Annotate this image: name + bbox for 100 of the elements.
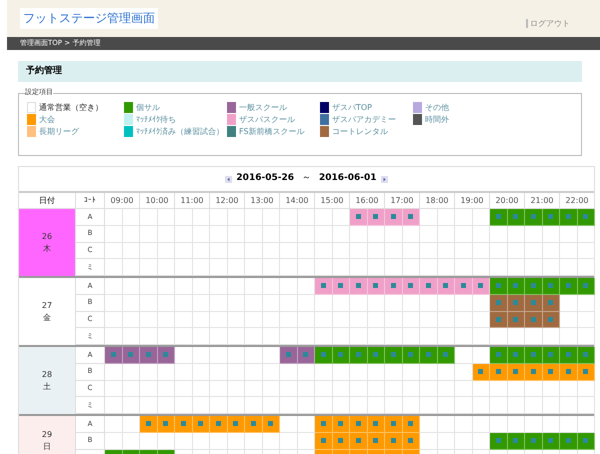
empty-slot[interactable] (280, 364, 298, 380)
booked-slot[interactable] (525, 209, 542, 226)
empty-slot[interactable] (105, 242, 122, 260)
empty-slot[interactable] (140, 226, 158, 242)
empty-slot[interactable] (368, 259, 385, 276)
booked-slot[interactable] (490, 312, 508, 328)
empty-slot[interactable] (350, 259, 368, 276)
legend-label[interactable]: 一般スクール (239, 102, 287, 112)
booked-slot[interactable] (578, 278, 595, 295)
empty-slot[interactable] (438, 242, 455, 260)
empty-slot[interactable] (315, 312, 332, 328)
empty-slot[interactable] (472, 242, 490, 260)
empty-slot[interactable] (578, 312, 595, 328)
empty-slot[interactable] (385, 312, 402, 328)
booked-slot[interactable] (350, 209, 368, 226)
empty-slot[interactable] (210, 226, 228, 242)
empty-slot[interactable] (262, 432, 280, 450)
empty-slot[interactable] (332, 259, 350, 276)
empty-slot[interactable] (508, 259, 525, 276)
booked-slot[interactable] (525, 364, 542, 380)
empty-slot[interactable] (315, 328, 332, 345)
empty-slot[interactable] (420, 312, 438, 328)
empty-slot[interactable] (420, 242, 438, 260)
booked-slot[interactable] (525, 432, 542, 450)
empty-slot[interactable] (192, 278, 210, 295)
empty-slot[interactable] (332, 226, 350, 242)
empty-slot[interactable] (228, 242, 245, 260)
empty-slot[interactable] (542, 397, 560, 414)
empty-slot[interactable] (175, 209, 192, 226)
booked-slot[interactable] (402, 209, 420, 226)
empty-slot[interactable] (175, 380, 192, 398)
empty-slot[interactable] (245, 259, 262, 276)
booked-slot[interactable] (560, 278, 578, 295)
empty-slot[interactable] (298, 364, 315, 380)
empty-slot[interactable] (122, 364, 140, 380)
empty-slot[interactable] (245, 328, 262, 345)
empty-slot[interactable] (175, 364, 192, 380)
empty-slot[interactable] (368, 294, 385, 312)
previous-icon[interactable] (225, 176, 232, 182)
booked-slot[interactable] (228, 416, 245, 433)
booked-slot[interactable] (158, 347, 175, 364)
empty-slot[interactable] (438, 312, 455, 328)
empty-slot[interactable] (192, 259, 210, 276)
booked-slot[interactable] (280, 347, 298, 364)
booked-slot[interactable] (298, 347, 315, 364)
logout-link[interactable]: ログアウト (530, 18, 570, 30)
empty-slot[interactable] (438, 364, 455, 380)
booked-slot[interactable] (402, 347, 420, 364)
empty-slot[interactable] (245, 397, 262, 414)
booked-slot[interactable] (420, 347, 438, 364)
empty-slot[interactable] (192, 347, 210, 364)
next-icon[interactable] (380, 176, 388, 182)
empty-slot[interactable] (438, 209, 455, 226)
booked-slot[interactable] (560, 432, 578, 450)
booked-slot[interactable] (350, 432, 368, 450)
empty-slot[interactable] (368, 312, 385, 328)
empty-slot[interactable] (402, 312, 420, 328)
empty-slot[interactable] (525, 259, 542, 276)
empty-slot[interactable] (332, 242, 350, 260)
empty-slot[interactable] (228, 259, 245, 276)
empty-slot[interactable] (455, 432, 472, 450)
booked-slot[interactable] (332, 278, 350, 295)
empty-slot[interactable] (385, 226, 402, 242)
empty-slot[interactable] (298, 294, 315, 312)
empty-slot[interactable] (455, 312, 472, 328)
empty-slot[interactable] (402, 226, 420, 242)
booked-slot[interactable] (438, 347, 455, 364)
empty-slot[interactable] (245, 312, 262, 328)
empty-slot[interactable] (350, 294, 368, 312)
empty-slot[interactable] (560, 226, 578, 242)
booked-slot[interactable] (332, 347, 350, 364)
empty-slot[interactable] (402, 397, 420, 414)
booked-slot[interactable] (490, 364, 508, 380)
empty-slot[interactable] (245, 278, 262, 295)
empty-slot[interactable] (192, 294, 210, 312)
empty-slot[interactable] (140, 242, 158, 260)
empty-slot[interactable] (140, 278, 158, 295)
booked-slot[interactable] (332, 416, 350, 433)
empty-slot[interactable] (210, 242, 228, 260)
empty-slot[interactable] (525, 397, 542, 414)
legend-label[interactable]: ザスパアカデミー (332, 114, 396, 124)
empty-slot[interactable] (472, 226, 490, 242)
empty-slot[interactable] (262, 209, 280, 226)
empty-slot[interactable] (245, 380, 262, 398)
empty-slot[interactable] (402, 364, 420, 380)
empty-slot[interactable] (385, 397, 402, 414)
empty-slot[interactable] (280, 312, 298, 328)
booked-slot[interactable] (210, 416, 228, 433)
legend-label[interactable]: ザスパスクール (239, 114, 295, 124)
empty-slot[interactable] (158, 294, 175, 312)
empty-slot[interactable] (438, 432, 455, 450)
empty-slot[interactable] (420, 364, 438, 380)
empty-slot[interactable] (368, 380, 385, 398)
empty-slot[interactable] (122, 294, 140, 312)
empty-slot[interactable] (175, 259, 192, 276)
empty-slot[interactable] (280, 259, 298, 276)
empty-slot[interactable] (158, 278, 175, 295)
empty-slot[interactable] (472, 380, 490, 398)
empty-slot[interactable] (280, 328, 298, 345)
empty-slot[interactable] (402, 328, 420, 345)
